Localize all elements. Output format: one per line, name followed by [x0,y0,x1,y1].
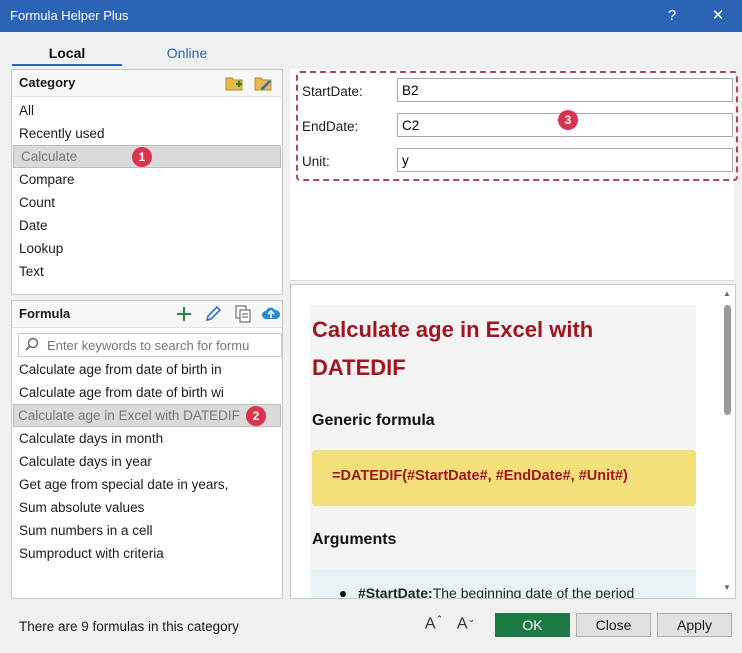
formula-item[interactable]: Get age from special date in years, [12,473,282,496]
formula-item[interactable]: Calculate days in year [12,450,282,473]
generic-formula-heading: Generic formula [312,412,435,429]
add-icon[interactable] [174,304,194,324]
status-text: There are 9 formulas in this category [19,619,239,634]
end-date-label: EndDate: [302,119,359,134]
help-pane[interactable]: Calculate age in Excel with DATEDIF Gene… [290,284,736,599]
category-item-all[interactable]: All [12,99,282,122]
formula-title: Formula [19,306,71,321]
category-item-calculate[interactable]: Calculate 1 [13,145,281,168]
edit-folder-icon[interactable] [253,73,273,93]
argument-name: #StartDate: [358,585,433,599]
category-header: Category [12,70,282,97]
argument-text: The beginning date of the period [432,585,635,599]
step-badge-2: 2 [246,406,266,426]
start-date-label: StartDate: [302,84,363,99]
scroll-thumb[interactable] [724,305,731,415]
category-item-label: Calculate [21,149,78,164]
arguments-box: StartDate: EndDate: Unit: 3 [296,71,738,181]
formula-item-selected[interactable]: Calculate age in Excel with DATEDIF 2 [13,404,281,427]
category-list: All Recently used Calculate 1 Compare Co… [12,99,282,283]
formula-item[interactable]: Sum absolute values [12,496,282,519]
tab-local[interactable]: Local [12,42,122,66]
category-item-compare[interactable]: Compare [12,168,282,191]
formula-search-box [18,333,282,357]
scroll-down-arrow[interactable]: ▼ [721,583,733,592]
increase-font-icon[interactable]: A⌃ [423,614,445,636]
formula-box: =DATEDIF(#StartDate#, #EndDate#, #Unit#) [312,450,696,506]
title-bar: Formula Helper Plus ? ✕ [0,0,742,32]
unit-input[interactable] [397,148,733,172]
formula-list: Calculate age from date of birth in Calc… [12,358,282,565]
category-title: Category [19,75,76,90]
formula-search-input[interactable] [45,335,279,355]
close-window-button[interactable]: ✕ [703,4,733,28]
formula-item[interactable]: Sumproduct with criteria [12,542,282,565]
search-icon [25,337,39,351]
arguments-heading: Arguments [312,531,397,548]
help-content: Calculate age in Excel with DATEDIF Gene… [310,305,696,599]
tab-bar: Local Online [12,42,282,66]
apply-button[interactable]: Apply [657,613,732,637]
formula-item[interactable]: Sum numbers in a cell [12,519,282,542]
step-badge-1: 1 [132,147,152,167]
add-folder-icon[interactable] [224,73,244,93]
category-panel: Category All Recently used Calculate 1 C… [11,69,283,295]
decrease-font-icon[interactable]: A⌄ [455,614,477,636]
formula-item-label: Calculate age in Excel with DATEDIF [18,408,240,423]
step-badge-3: 3 [558,110,578,130]
help-button[interactable]: ? [657,4,687,28]
edit-pencil-icon[interactable] [203,304,223,324]
help-scrollbar[interactable]: ▲ ▼ [721,289,733,593]
category-item-text[interactable]: Text [12,260,282,283]
argument-description-box: #StartDate:The beginning date of the per… [312,569,696,599]
copy-icon[interactable] [233,304,253,324]
close-button[interactable]: Close [576,613,651,637]
argument-description: #StartDate:The beginning date of the per… [358,585,635,599]
formula-item[interactable]: Calculate age from date of birth in [12,358,282,381]
bullet [340,591,346,597]
help-title: Calculate age in Excel with DATEDIF [312,317,594,380]
unit-label: Unit: [302,154,330,169]
category-item-lookup[interactable]: Lookup [12,237,282,260]
formula-panel: Formula Calculate age from date of birth… [11,300,283,599]
cloud-upload-icon[interactable] [261,304,281,324]
ok-button[interactable]: OK [495,613,570,637]
category-item-count[interactable]: Count [12,191,282,214]
category-item-recently-used[interactable]: Recently used [12,122,282,145]
scroll-up-arrow[interactable]: ▲ [721,289,733,298]
window-title: Formula Helper Plus [10,8,129,23]
formula-header: Formula [12,301,282,328]
formula-item[interactable]: Calculate age from date of birth wi [12,381,282,404]
formula-item[interactable]: Calculate days in month [12,427,282,450]
tab-online[interactable]: Online [132,42,242,64]
category-item-date[interactable]: Date [12,214,282,237]
formula-text: =DATEDIF(#StartDate#, #EndDate#, #Unit#) [332,468,628,484]
start-date-input[interactable] [397,78,733,102]
